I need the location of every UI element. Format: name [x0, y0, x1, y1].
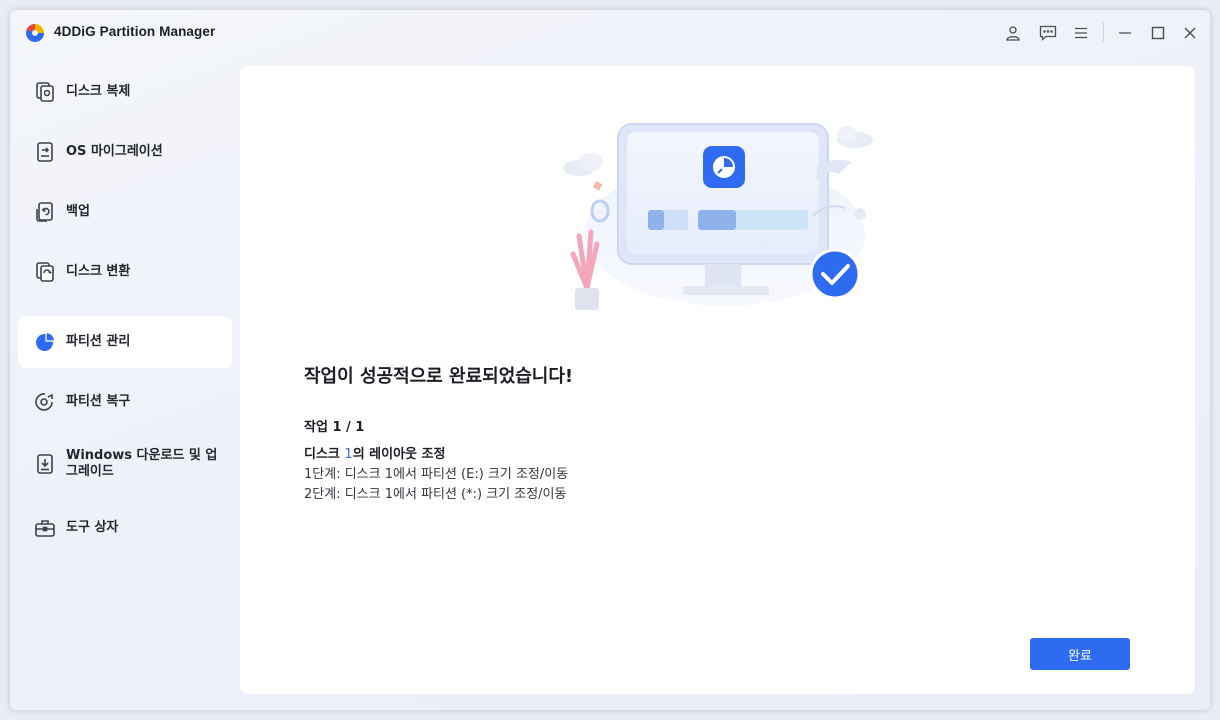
sidebar-item-label: OS 마이그레이션	[66, 144, 163, 159]
disk-clone-icon	[36, 82, 54, 102]
feedback-icon[interactable]	[1037, 22, 1059, 44]
sidebar-item-partition-manage[interactable]: 파티션 관리	[18, 316, 232, 368]
sidebar-item-label: 파티션 관리	[66, 334, 131, 349]
app-logo-icon	[26, 23, 44, 42]
menu-icon[interactable]	[1070, 22, 1092, 44]
operation-step: 1단계: 디스크 1에서 파티션 (E:) 크기 조정/이동	[304, 467, 569, 482]
toolbox-icon	[35, 520, 55, 537]
minimize-icon[interactable]	[1114, 22, 1136, 44]
operation-step: 2단계: 디스크 1에서 파티션 (*:) 크기 조정/이동	[304, 487, 567, 502]
partition-manage-icon	[36, 331, 56, 351]
operation-title-suffix: 의 레이아웃 조정	[352, 447, 446, 462]
main-content-panel: 작업이 성공적으로 완료되었습니다! 작업 1 / 1 디스크 1의 레이아웃 …	[240, 66, 1195, 694]
operation-title: 디스크 1의 레이아웃 조정	[304, 443, 445, 462]
sidebar-item-label: 파티션 복구	[66, 394, 131, 409]
sidebar-item-label: 디스크 변환	[66, 264, 131, 279]
sidebar-item-partition-recovery[interactable]: 파티션 복구	[18, 376, 232, 428]
operation-disk-number: 1	[344, 447, 353, 462]
app-title: 4DDiG Partition Manager	[54, 24, 216, 39]
os-migration-icon	[37, 142, 53, 162]
success-title: 작업이 성공적으로 완료되었습니다!	[304, 366, 574, 387]
operation-count: 작업 1 / 1	[304, 420, 365, 435]
operation-title-prefix: 디스크	[304, 447, 345, 462]
sidebar-item-label: 디스크 복제	[66, 84, 131, 99]
title-bar: 4DDiG Partition Manager	[10, 10, 1210, 56]
success-illustration	[563, 123, 873, 310]
sidebar-item-windows-download[interactable]: Windows 다운로드 및 업그레이드	[18, 436, 232, 492]
done-button[interactable]: 완료	[1030, 638, 1130, 670]
sidebar-item-label: 도구 상자	[66, 520, 119, 535]
sidebar-item-toolbox[interactable]: 도구 상자	[18, 502, 232, 554]
sidebar-item-disk-clone[interactable]: 디스크 복제	[18, 66, 232, 118]
sidebar-item-label: Windows 다운로드 및 업그레이드	[66, 448, 218, 479]
app-window: 4DDiG Partition Manager 디스크 복제 OS 마이그레이션…	[10, 10, 1210, 710]
sidebar-item-os-migration[interactable]: OS 마이그레이션	[18, 126, 232, 178]
backup-icon	[36, 202, 53, 222]
sidebar-item-disk-convert[interactable]: 디스크 변환	[18, 246, 232, 298]
sidebar-item-backup[interactable]: 백업	[18, 186, 232, 238]
maximize-icon[interactable]	[1147, 22, 1169, 44]
account-icon[interactable]	[1002, 22, 1024, 44]
sidebar: 디스크 복제 OS 마이그레이션 백업 디스크 변환 파티션 관리 파티션 복구…	[10, 66, 240, 706]
sidebar-item-label: 백업	[66, 204, 90, 219]
titlebar-divider	[1103, 22, 1104, 42]
partition-recovery-icon	[35, 393, 53, 411]
windows-download-icon	[37, 454, 53, 474]
close-icon[interactable]	[1179, 22, 1201, 44]
disk-convert-icon	[36, 262, 54, 282]
